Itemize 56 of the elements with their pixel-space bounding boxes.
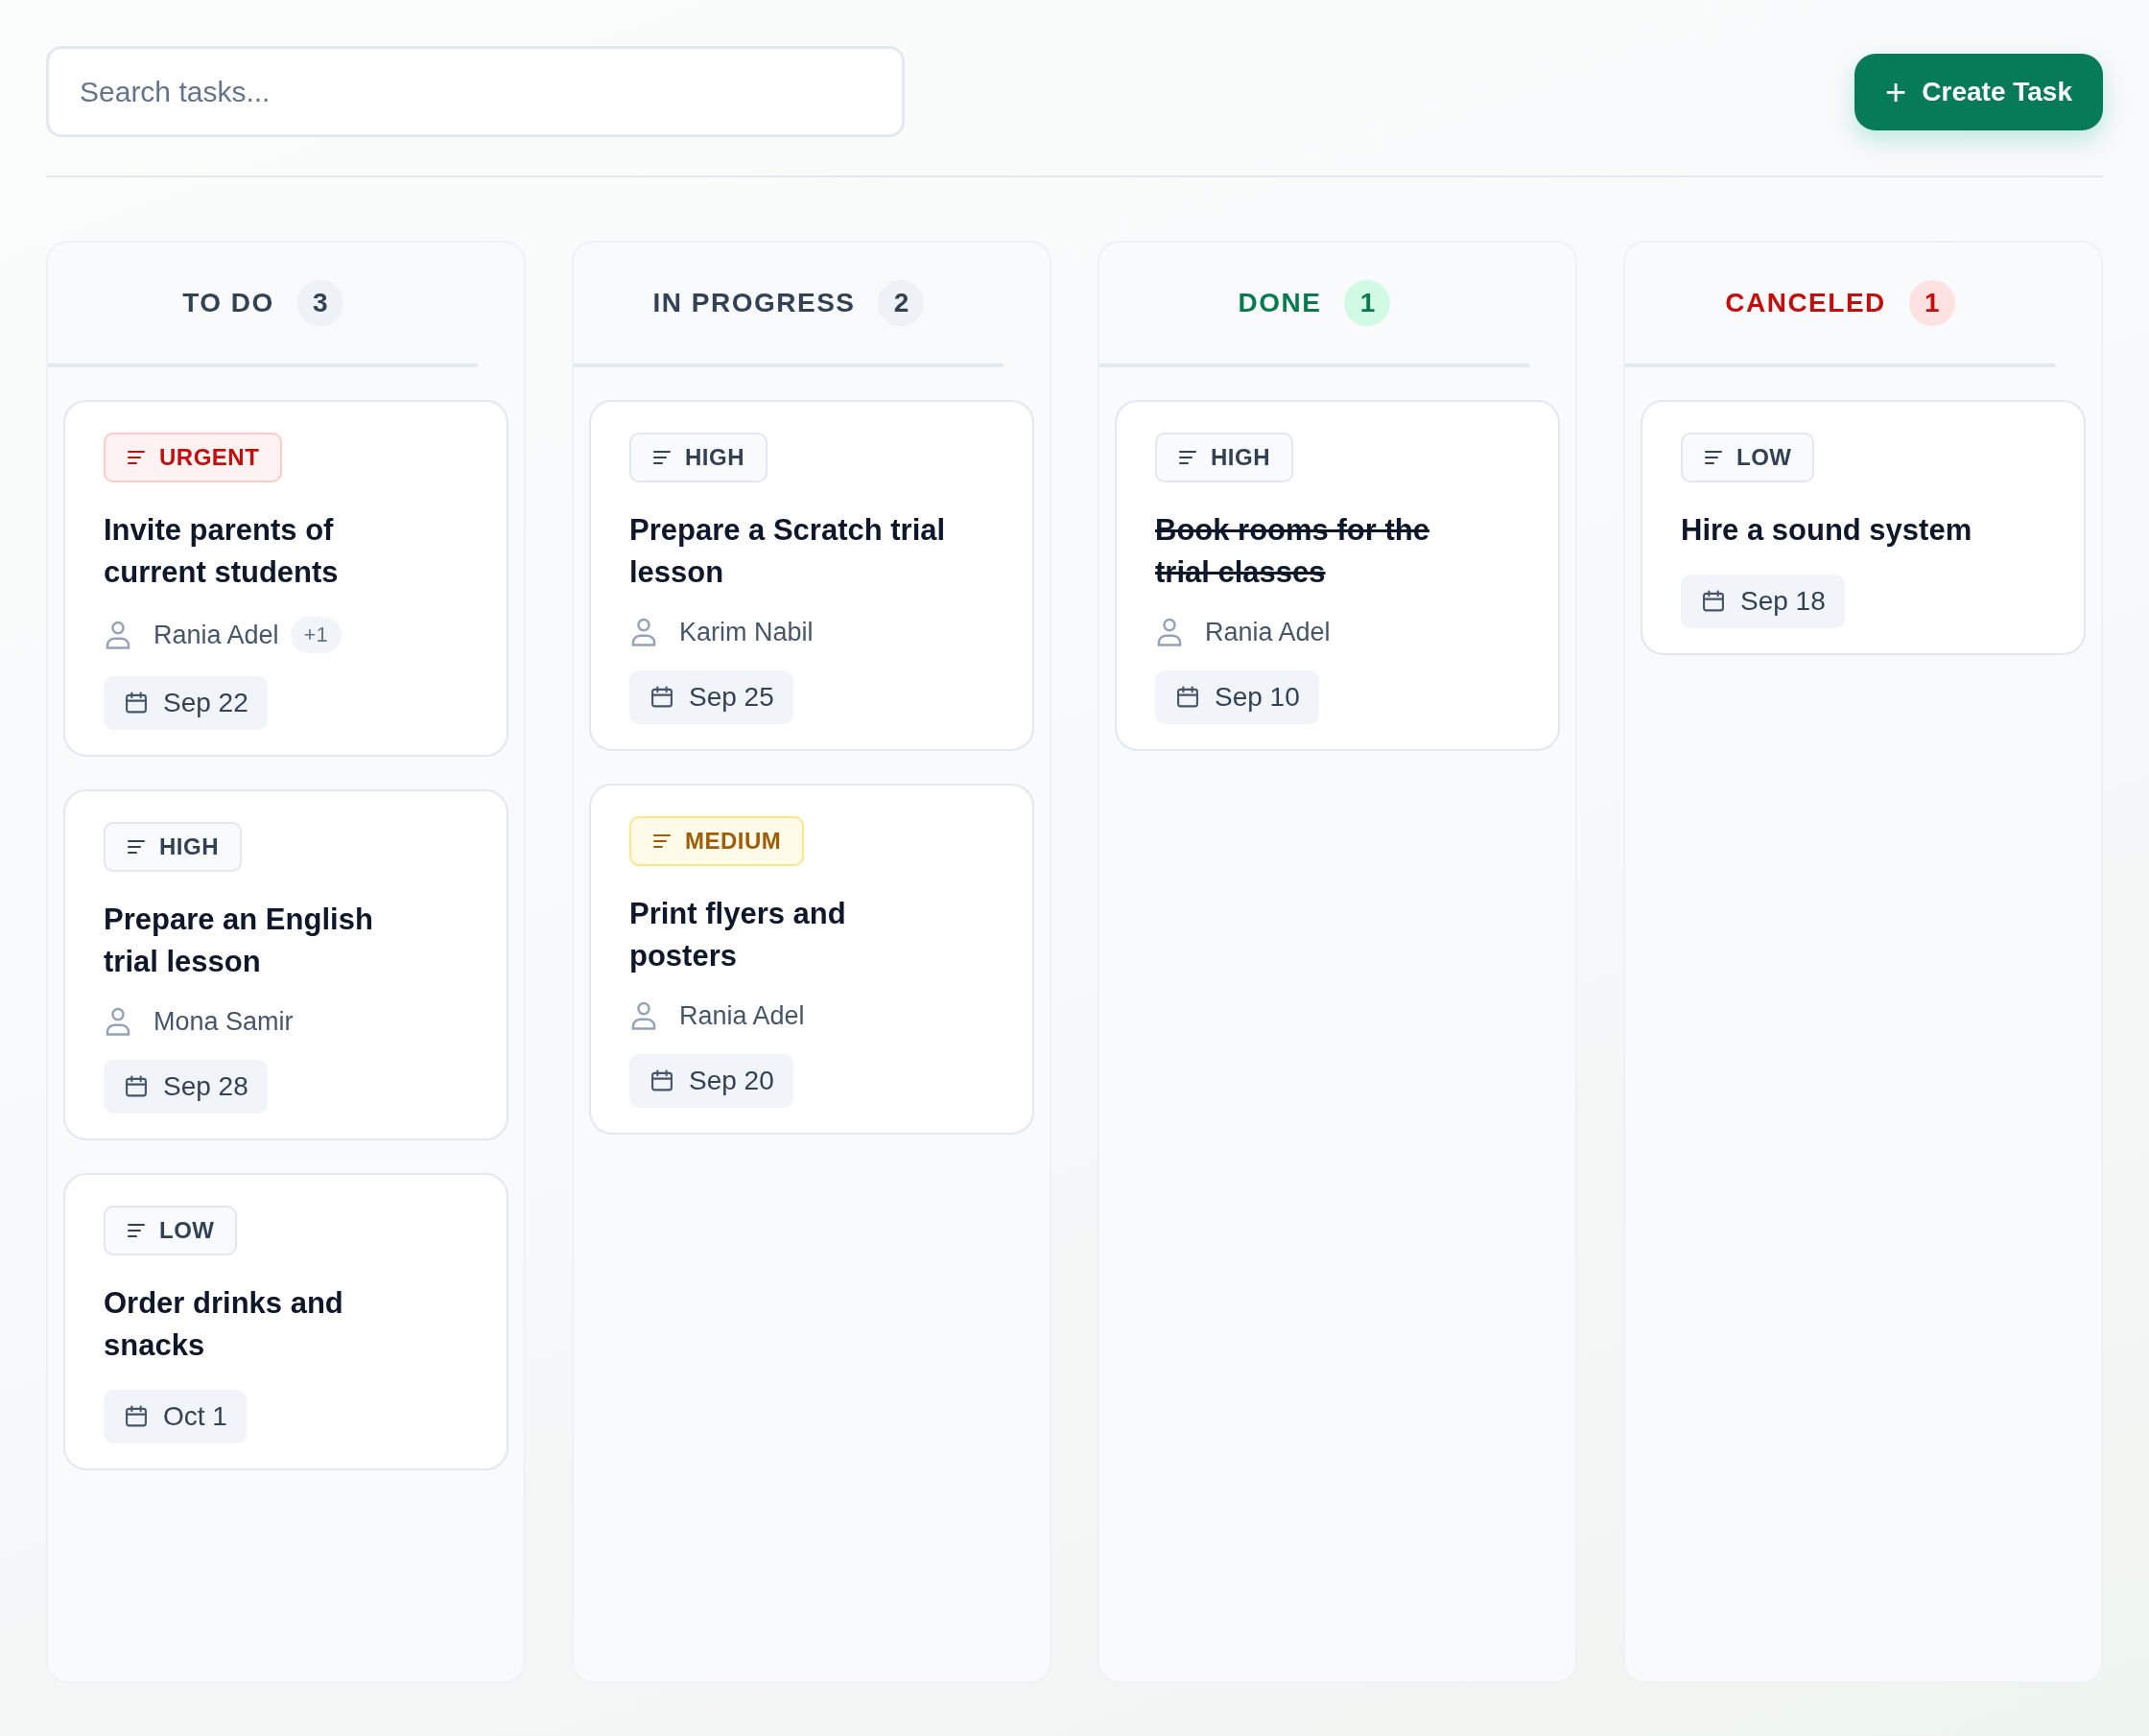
lines-icon	[652, 449, 672, 466]
priority-tag: URGENT	[104, 433, 283, 482]
priority-tag: HIGH	[1155, 433, 1293, 482]
task-card[interactable]: HIGH Prepare an English trial lesson Mona Samir Sep 28	[63, 789, 508, 1140]
column-title: TO DO	[182, 288, 274, 318]
priority-tag: HIGH	[629, 433, 768, 482]
lines-icon	[127, 838, 146, 856]
user-icon	[104, 1006, 132, 1037]
assignee-name: Rania Adel	[1205, 617, 1331, 647]
assignee-name: Rania Adel	[154, 620, 279, 650]
user-icon	[104, 620, 132, 650]
count-badge: 2	[878, 280, 925, 326]
task-title: Invite parents of current students	[104, 512, 340, 591]
user-icon	[1155, 617, 1184, 647]
count-badge: 1	[1344, 280, 1391, 326]
due-date-chip: Sep 18	[1681, 575, 1845, 628]
assignee-name: Mona Samir	[154, 1006, 294, 1037]
user-icon	[629, 1000, 658, 1031]
task-title: Prepare an English trial lesson	[104, 902, 374, 980]
task-card[interactable]: URGENT Invite parents of current students Rania Adel +1 Sep 22	[63, 400, 508, 757]
lines-icon	[127, 1222, 146, 1239]
due-date-chip: Sep 20	[629, 1054, 793, 1108]
task-title: Order drinks and snacks	[104, 1285, 344, 1364]
due-date-chip: Sep 25	[629, 670, 793, 724]
count-badge: 1	[1908, 280, 1955, 326]
task-card[interactable]: LOW Order drinks and snacks Oct 1	[63, 1173, 508, 1470]
task-card[interactable]: HIGH Prepare a Scratch trial lesson Karim Nabil Sep 25	[589, 400, 1034, 751]
column-title: IN PROGRESS	[652, 288, 856, 318]
priority-tag: LOW	[104, 1206, 238, 1255]
task-title: Book rooms for the trial classes	[1155, 512, 1430, 591]
due-date-chip: Oct 1	[104, 1390, 247, 1443]
user-icon	[629, 617, 658, 647]
lines-icon	[1178, 449, 1197, 466]
create-task-button[interactable]: + Create Task	[1854, 53, 2103, 130]
assignee-name: Rania Adel	[679, 1000, 805, 1031]
due-date-chip: Sep 10	[1155, 670, 1319, 724]
task-title: Hire a sound system	[1681, 512, 1973, 549]
count-badge: 3	[296, 280, 343, 326]
priority-tag: HIGH	[104, 822, 242, 872]
lines-icon	[1704, 449, 1723, 466]
assignee-name: Karim Nabil	[679, 617, 814, 647]
task-title: Prepare a Scratch trial lesson	[629, 512, 946, 591]
priority-tag: MEDIUM	[629, 816, 805, 866]
task-card[interactable]: HIGH Book rooms for the trial classes Rania Adel Sep 10	[1115, 400, 1560, 751]
due-date-chip: Sep 28	[104, 1060, 268, 1114]
extra-assignees-count: +1	[290, 617, 342, 653]
lines-icon	[127, 449, 146, 466]
search-field[interactable]: Search tasks...	[46, 46, 905, 137]
lines-icon	[652, 833, 672, 850]
column-title: CANCELED	[1725, 288, 1886, 318]
due-date-chip: Sep 22	[104, 676, 268, 730]
column-title: DONE	[1238, 288, 1322, 318]
task-card[interactable]: MEDIUM Print flyers and posters Rania Adel Sep 20	[589, 784, 1034, 1135]
task-card[interactable]: LOW Hire a sound system Sep 18	[1641, 400, 2086, 655]
priority-tag: LOW	[1681, 433, 1815, 482]
task-title: Print flyers and posters	[629, 896, 847, 974]
